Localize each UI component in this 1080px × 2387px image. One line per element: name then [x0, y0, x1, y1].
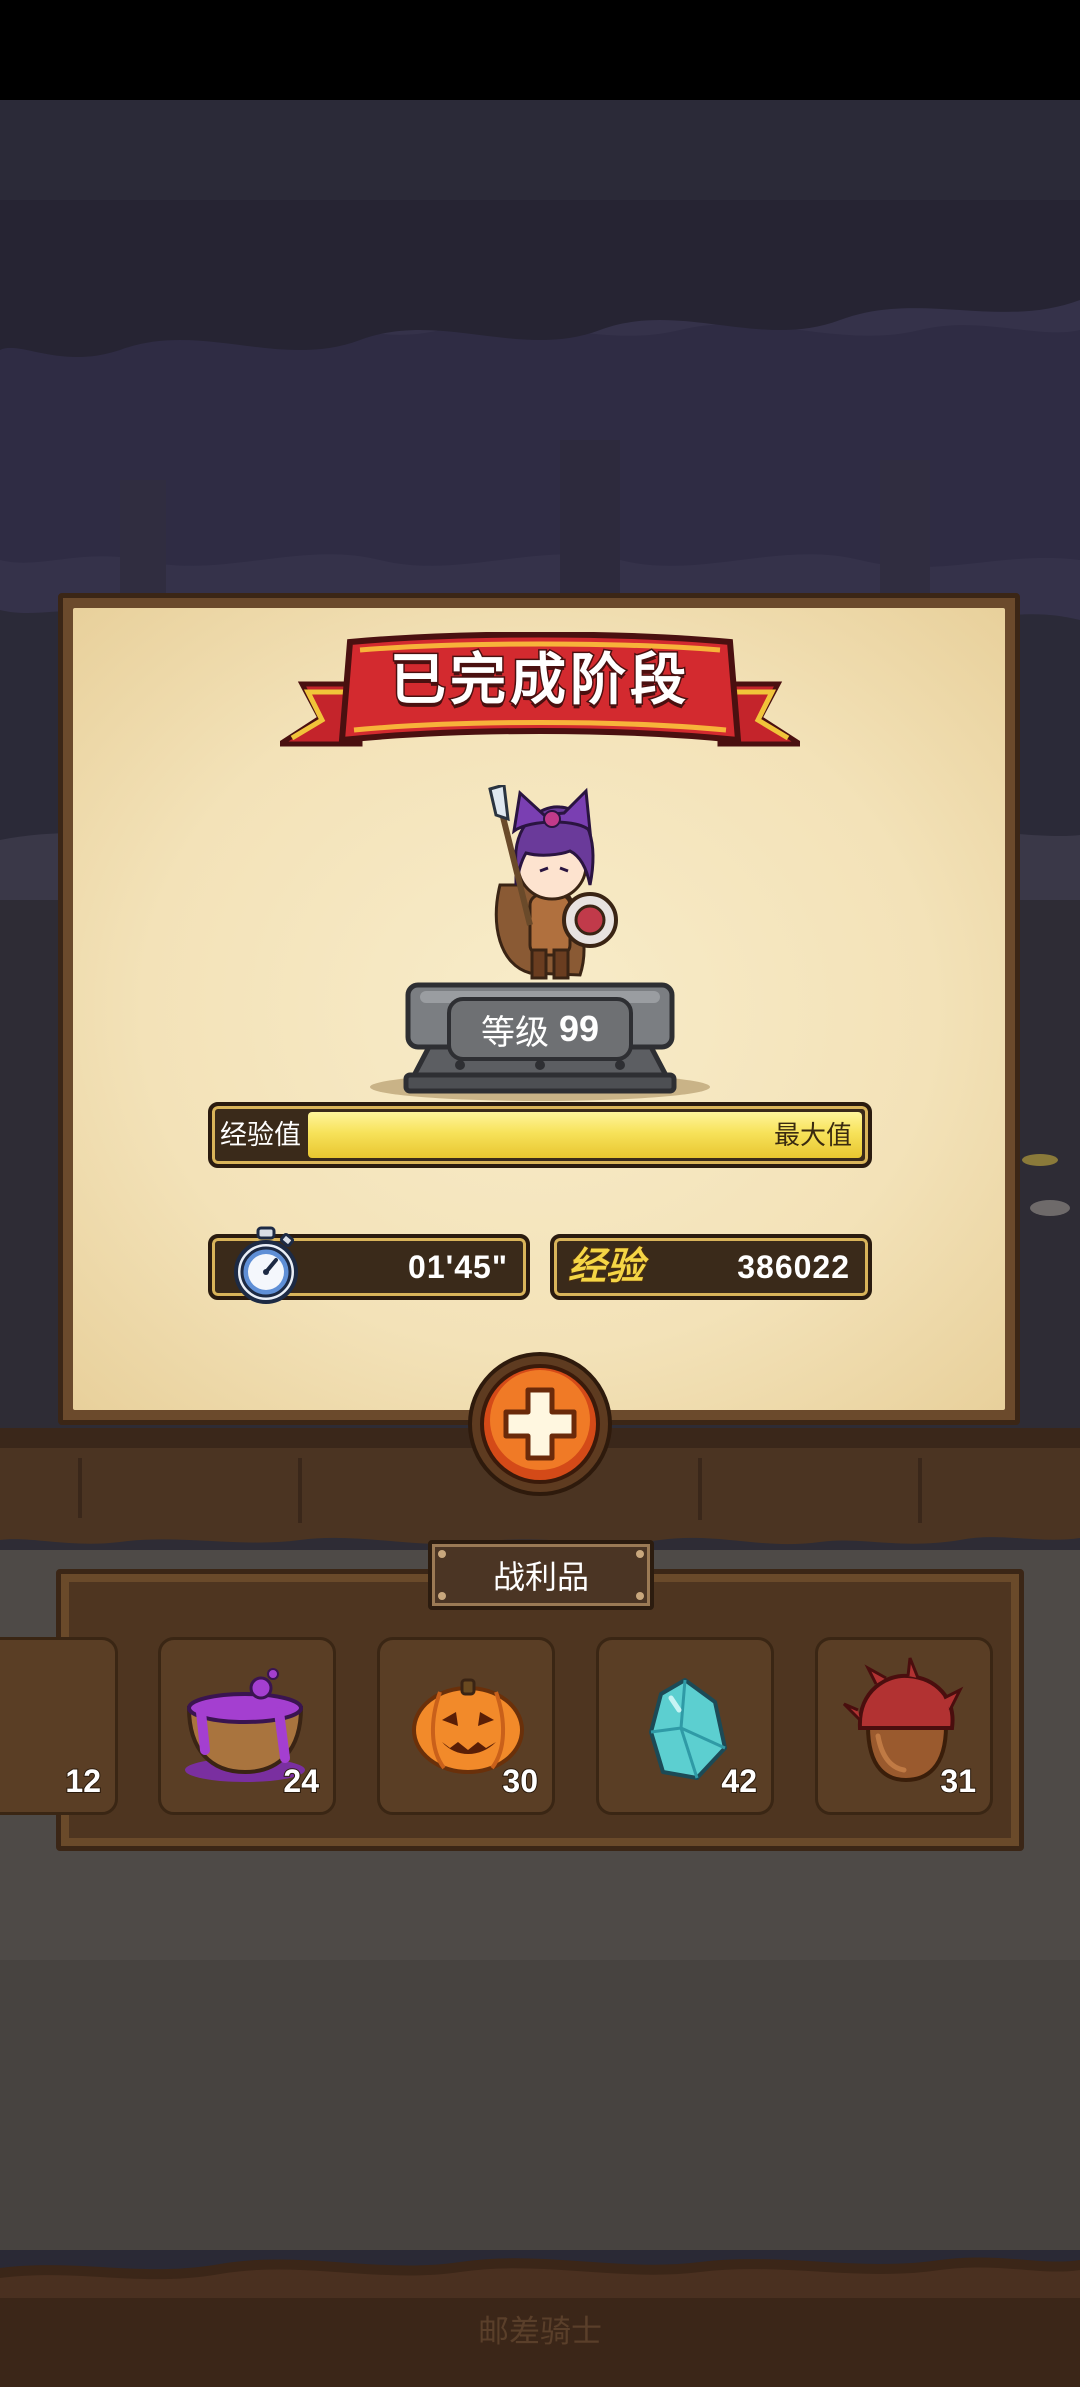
experience-max-label: 最大值: [773, 1120, 852, 1150]
experience-bar: 经验值 最大值: [208, 1102, 872, 1168]
clear-time-value: 01'45": [408, 1249, 508, 1285]
stopwatch-icon: [234, 1226, 298, 1304]
rivet: [438, 1592, 446, 1600]
exp-gained-box: 经验 386022: [550, 1234, 872, 1300]
loot-item-count: 30: [501, 1762, 539, 1800]
rivet: [438, 1550, 446, 1558]
loot-item-count: 24: [282, 1762, 320, 1800]
loot-title-plate: 战利品: [428, 1540, 654, 1610]
loot-item-count: 31: [939, 1762, 977, 1800]
loot-item-crystal[interactable]: 42: [596, 1637, 774, 1815]
hero-character: [488, 785, 618, 980]
game-screen: 已完成阶段 等级 99 经验值 最大值 01'45" 经验 386022 战利品…: [0, 0, 1080, 2387]
level-label: 等级: [480, 1013, 549, 1052]
loot-item-partial[interactable]: 12: [0, 1637, 118, 1815]
loot-title: 战利品: [492, 1559, 589, 1595]
game-title-footer: 邮差骑士: [478, 2314, 602, 2349]
add-button[interactable]: [466, 1350, 614, 1498]
loot-item-count: 12: [64, 1762, 102, 1800]
loot-item-count: 42: [720, 1762, 758, 1800]
level-badge: 等级 99: [447, 997, 633, 1061]
loot-item-acorn[interactable]: 31: [815, 1637, 993, 1815]
rivet: [636, 1592, 644, 1600]
exp-gained-value: 386022: [737, 1249, 850, 1285]
exp-gained-label: 经验: [567, 1245, 645, 1289]
experience-bar-label: 经验值: [220, 1120, 301, 1150]
stage-complete-title: 已完成阶段: [389, 647, 690, 713]
loot-item-pumpkin[interactable]: 30: [377, 1637, 555, 1815]
rivet: [636, 1550, 644, 1558]
level-value: 99: [558, 1008, 600, 1049]
clear-time-box: 01'45": [208, 1226, 530, 1304]
loot-item-potion[interactable]: 24: [158, 1637, 336, 1815]
